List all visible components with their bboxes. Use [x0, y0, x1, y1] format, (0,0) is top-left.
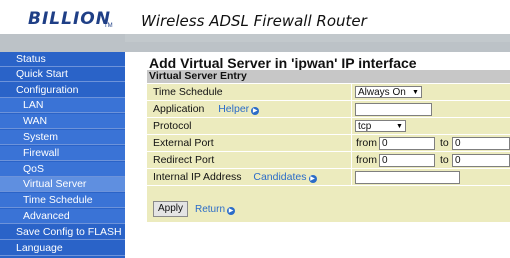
- candidates-link-text: Candidates: [253, 171, 307, 183]
- time-schedule-select[interactable]: Always On ▼: [355, 86, 422, 98]
- sidebar-item-save-config[interactable]: Save Config to FLASH: [0, 225, 125, 240]
- redirect-port-from-input[interactable]: [379, 154, 435, 167]
- redirect-port-from-label: from: [356, 154, 377, 166]
- time-schedule-label: Time Schedule: [147, 84, 351, 100]
- time-schedule-cell: Always On ▼: [352, 84, 510, 100]
- sidebar-item-time-schedule[interactable]: Time Schedule: [0, 193, 125, 208]
- arrow-circle-icon: ▶: [227, 207, 236, 215]
- sidebar-item-advanced[interactable]: Advanced: [0, 209, 125, 224]
- redirect-port-to-label: to: [440, 154, 449, 166]
- sidebar-item-quick-start[interactable]: Quick Start: [0, 67, 125, 82]
- application-input[interactable]: [355, 103, 432, 116]
- application-label: Application: [153, 103, 205, 115]
- protocol-value: tcp: [358, 121, 372, 132]
- return-link[interactable]: Return ▶: [195, 203, 236, 217]
- external-port-to-input[interactable]: [452, 137, 510, 150]
- apply-button[interactable]: Apply: [153, 201, 188, 217]
- internal-ip-label: Internal IP Address: [153, 171, 242, 183]
- sidebar-nav: Status Quick Start Configuration LAN WAN…: [0, 52, 125, 258]
- protocol-label: Protocol: [147, 118, 351, 134]
- arrow-circle-icon: ▶: [308, 175, 317, 183]
- section-title: Virtual Server Entry: [147, 70, 510, 83]
- internal-ip-input[interactable]: [355, 171, 460, 184]
- header-band-right: [125, 34, 510, 42]
- external-port-from-label: from: [356, 137, 377, 149]
- row-protocol: Protocol tcp ▼: [147, 118, 510, 135]
- application-label-cell: Application Helper ▶: [147, 101, 351, 117]
- spacer-cell: [147, 186, 510, 198]
- redirect-port-to-input[interactable]: [452, 154, 510, 167]
- return-link-text: Return: [195, 204, 226, 215]
- sidebar-item-qos[interactable]: QoS: [0, 162, 125, 177]
- product-title: Wireless ADSL Firewall Router: [141, 12, 367, 30]
- page-title: Add Virtual Server in 'ipwan' IP interfa…: [149, 55, 417, 71]
- helper-link-text: Helper: [218, 103, 250, 115]
- application-cell: [352, 101, 510, 117]
- arrow-circle-icon: ▶: [251, 107, 260, 115]
- external-port-cell: from to: [352, 135, 510, 151]
- row-internal-ip: Internal IP Address Candidates ▶: [147, 169, 510, 186]
- helper-link[interactable]: Helper ▶: [218, 103, 260, 115]
- redirect-port-cell: from to: [352, 152, 510, 168]
- sidebar-item-language[interactable]: Language: [0, 241, 125, 256]
- candidates-link[interactable]: Candidates ▶: [253, 171, 317, 183]
- row-time-schedule: Time Schedule Always On ▼: [147, 84, 510, 101]
- chevron-down-icon: ▼: [412, 89, 419, 96]
- row-external-port: External Port from to: [147, 135, 510, 152]
- sidebar-item-system[interactable]: System: [0, 130, 125, 145]
- protocol-select[interactable]: tcp ▼: [355, 120, 406, 132]
- redirect-port-label: Redirect Port: [147, 152, 351, 168]
- time-schedule-value: Always On: [358, 87, 406, 98]
- internal-ip-cell: [352, 169, 510, 185]
- protocol-cell: tcp ▼: [352, 118, 510, 134]
- billion-logo: BILLION: [28, 9, 111, 29]
- sidebar-item-virtual-server[interactable]: Virtual Server: [0, 177, 125, 192]
- logo-trademark: TM: [104, 23, 113, 29]
- internal-ip-label-cell: Internal IP Address Candidates ▶: [147, 169, 351, 185]
- sidebar-item-wan[interactable]: WAN: [0, 114, 125, 129]
- external-port-label: External Port: [147, 135, 351, 151]
- external-port-to-label: to: [440, 137, 449, 149]
- sidebar-item-status[interactable]: Status: [0, 52, 125, 67]
- sidebar-item-configuration[interactable]: Configuration: [0, 83, 125, 98]
- row-redirect-port: Redirect Port from to: [147, 152, 510, 169]
- form-actions: Apply Return ▶: [147, 198, 510, 222]
- main-content: Add Virtual Server in 'ipwan' IP interfa…: [141, 52, 510, 258]
- external-port-from-input[interactable]: [379, 137, 435, 150]
- row-application: Application Helper ▶: [147, 101, 510, 118]
- spacer-row: [147, 186, 510, 198]
- chevron-down-icon: ▼: [396, 123, 403, 130]
- sidebar-item-firewall[interactable]: Firewall: [0, 146, 125, 161]
- sidebar-item-lan[interactable]: LAN: [0, 98, 125, 113]
